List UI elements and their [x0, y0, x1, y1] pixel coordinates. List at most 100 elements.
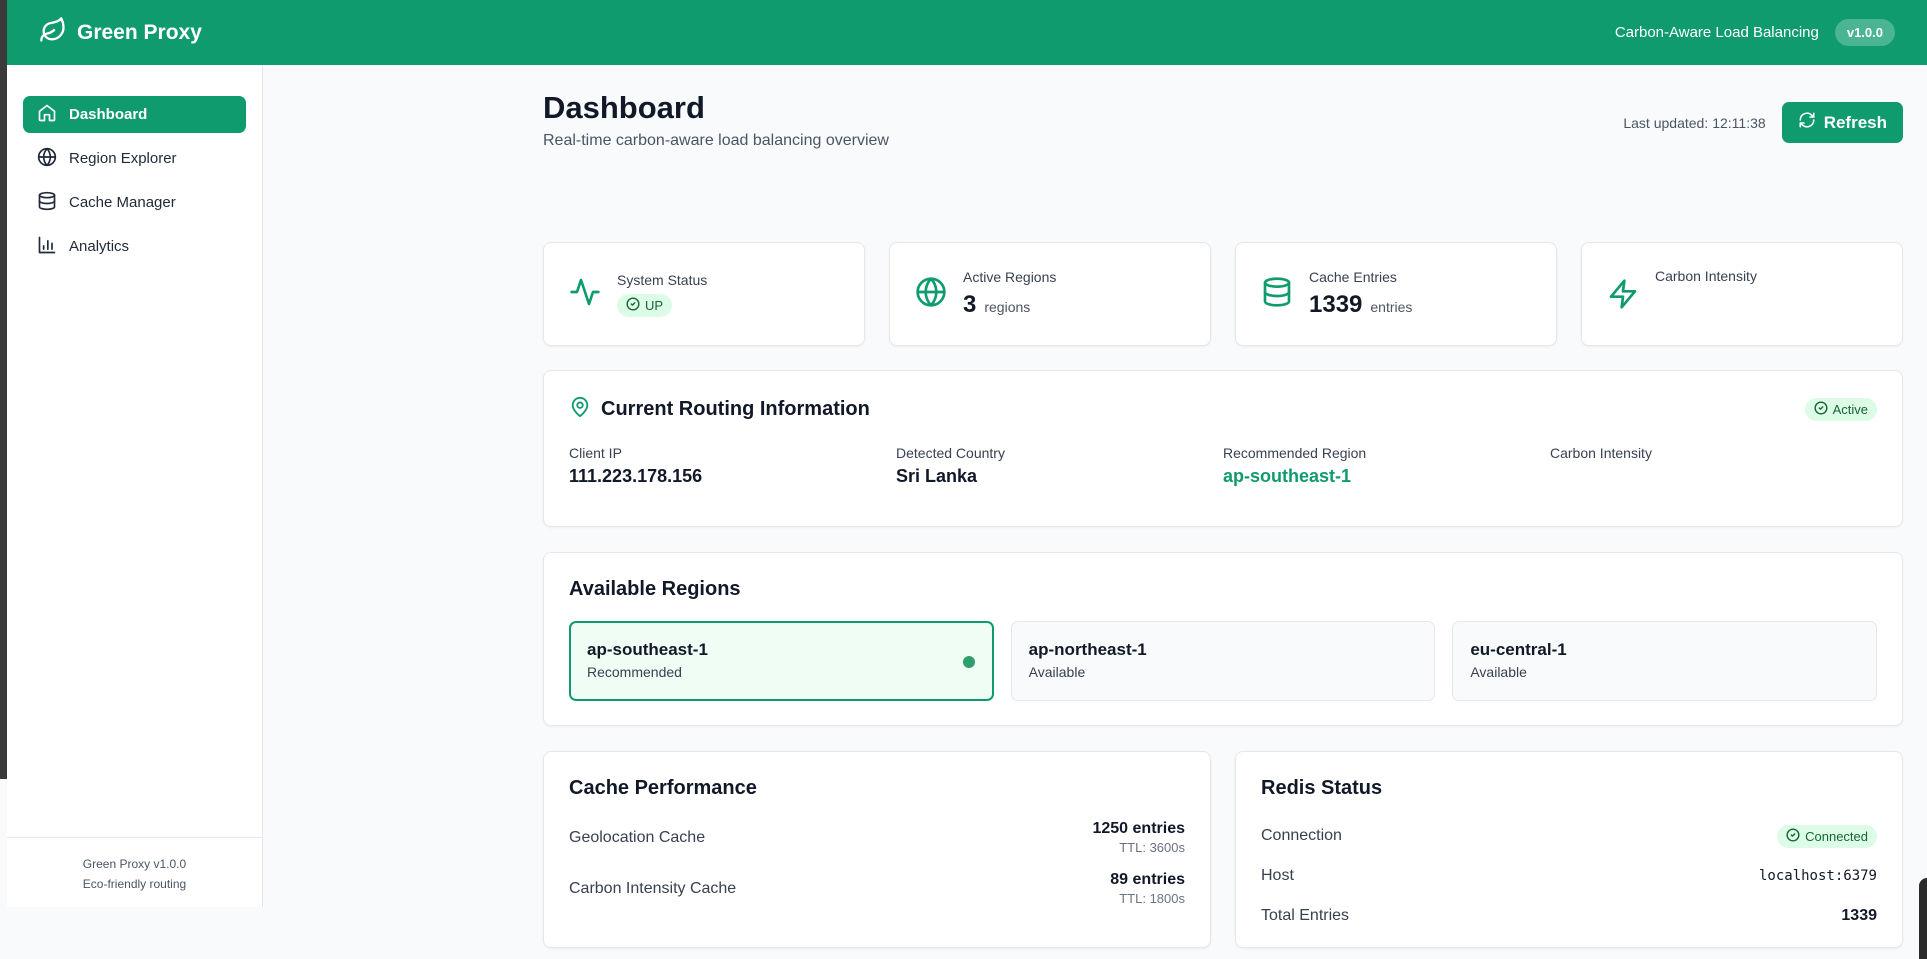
recommended-dot — [962, 656, 975, 668]
check-circle-icon — [626, 296, 640, 314]
last-updated-time: 12:11:38 — [1712, 114, 1766, 131]
region-name: eu-central-1 — [1470, 640, 1567, 659]
country-label: Detected Country — [896, 445, 1005, 461]
globe-icon — [37, 147, 57, 171]
sidebar-item-region-explorer[interactable]: Region Explorer — [23, 140, 246, 177]
cache-count: 89 entries — [1110, 871, 1185, 888]
refresh-button[interactable]: Refresh — [1781, 102, 1903, 143]
check-circle-icon — [1814, 401, 1828, 418]
redis-status-card: Redis Status Connection Connected Host l… — [1235, 751, 1903, 948]
recommended-region-field: Recommended Region ap-southeast-1 — [1223, 445, 1550, 487]
status-badge: Active — [1804, 398, 1877, 421]
refresh-icon — [1798, 111, 1816, 134]
brand[interactable]: Green Proxy — [39, 16, 202, 49]
home-icon — [37, 103, 57, 127]
cache-label: Carbon Intensity Cache — [569, 879, 737, 897]
sidebar-item-analytics[interactable]: Analytics — [23, 228, 246, 265]
redis-total-row: Total Entries 1339 — [1261, 896, 1877, 936]
top-bar: Green Proxy Carbon-Aware Load Balancing … — [7, 0, 1927, 65]
footer-tagline: Eco-friendly routing — [82, 877, 187, 891]
carbon-intensity-label: Carbon Intensity — [1550, 445, 1652, 461]
region-status: Available — [1028, 664, 1086, 680]
system-status-card: System Status UP — [543, 242, 865, 346]
status-badge: Connected — [1777, 824, 1877, 848]
activity-icon — [569, 276, 601, 313]
client-ip-value: 111.223.178.156 — [569, 466, 703, 486]
database-icon — [37, 191, 57, 215]
status-badge-text: Connected — [1805, 828, 1868, 844]
cache-row: Carbon Intensity Cache 89 entries TTL: 1… — [569, 871, 1185, 906]
sidebar: Dashboard Region Explorer Cache Manager … — [7, 65, 263, 907]
redis-connection-row: Connection Connected — [1261, 816, 1877, 856]
stat-unit: regions — [984, 299, 1031, 315]
stat-label: System Status — [617, 271, 708, 288]
page-header: Dashboard Real-time carbon-aware load ba… — [543, 65, 1903, 177]
brand-name: Green Proxy — [77, 20, 202, 44]
region-name: ap-northeast-1 — [1028, 640, 1147, 659]
status-badge: UP — [617, 293, 673, 317]
region-card[interactable]: eu-central-1 Available — [1452, 621, 1878, 701]
routing-info-card: Current Routing Information Active Clien… — [543, 370, 1903, 527]
stat-unit: entries — [1370, 299, 1413, 315]
leaf-icon — [39, 16, 67, 49]
region-card[interactable]: ap-northeast-1 Available — [1010, 621, 1436, 701]
host-value: localhost:6379 — [1758, 868, 1877, 884]
region-name: ap-southeast-1 — [587, 640, 708, 659]
sidebar-item-label: Region Explorer — [69, 150, 177, 167]
available-regions-card: Available Regions ap-southeast-1 Recomme… — [543, 552, 1903, 726]
cache-row: Geolocation Cache 1250 entries TTL: 3600… — [569, 820, 1185, 855]
cache-performance-title: Cache Performance — [569, 777, 757, 799]
stats-row: System Status UP Active Regions 3 region… — [543, 242, 1903, 346]
routing-title: Current Routing Information — [601, 398, 870, 420]
stat-label: Carbon Intensity — [1655, 268, 1757, 284]
cache-entries-card: Cache Entries 1339 entries — [1235, 242, 1557, 346]
page-title: Dashboard — [543, 90, 705, 125]
country-value: Sri Lanka — [896, 466, 978, 486]
map-pin-icon — [569, 396, 591, 423]
window-edge-right — [1919, 878, 1927, 959]
tagline: Carbon-Aware Load Balancing — [1614, 24, 1819, 41]
main-content: Dashboard Real-time carbon-aware load ba… — [543, 65, 1903, 948]
cache-performance-card: Cache Performance Geolocation Cache 1250… — [543, 751, 1211, 948]
region-status: Available — [1470, 664, 1527, 680]
cache-ttl: TTL: 3600s — [1119, 840, 1185, 855]
client-ip-label: Client IP — [569, 445, 622, 461]
bar-chart-icon — [37, 235, 57, 259]
recommended-region-label: Recommended Region — [1223, 445, 1367, 461]
region-status: Recommended — [587, 664, 682, 680]
stat-value: 3 — [963, 291, 977, 318]
sidebar-footer: Green Proxy v1.0.0 Eco-friendly routing — [7, 837, 262, 894]
stat-value: 1339 — [1309, 291, 1363, 318]
redis-host-row: Host localhost:6379 — [1261, 856, 1877, 896]
connection-label: Connection — [1261, 827, 1342, 844]
host-label: Host — [1261, 867, 1294, 884]
country-field: Detected Country Sri Lanka — [896, 445, 1223, 487]
zap-icon — [1607, 278, 1639, 315]
carbon-intensity-card: Carbon Intensity — [1581, 242, 1903, 346]
check-circle-icon — [1786, 827, 1800, 845]
cache-ttl: TTL: 1800s — [1119, 891, 1185, 906]
total-value: 1339 — [1841, 907, 1877, 924]
database-icon — [1261, 276, 1293, 313]
footer-version: Green Proxy v1.0.0 — [82, 857, 187, 871]
status-badge-text: UP — [645, 297, 664, 313]
stat-label: Active Regions — [963, 269, 1057, 285]
active-regions-card: Active Regions 3 regions — [889, 242, 1211, 346]
total-label: Total Entries — [1261, 907, 1350, 924]
globe-icon — [915, 276, 947, 313]
sidebar-item-label: Cache Manager — [69, 194, 176, 211]
refresh-label: Refresh — [1823, 112, 1887, 132]
last-updated: Last updated: 12:11:38 — [1623, 115, 1765, 131]
window-edge — [0, 0, 7, 779]
version-badge: v1.0.0 — [1834, 19, 1895, 46]
sidebar-item-cache-manager[interactable]: Cache Manager — [23, 184, 246, 221]
region-card[interactable]: ap-southeast-1 Recommended — [569, 621, 994, 701]
recommended-region-value: ap-southeast-1 — [1223, 466, 1352, 486]
carbon-intensity-field: Carbon Intensity — [1550, 445, 1877, 487]
sidebar-item-label: Dashboard — [69, 106, 148, 123]
status-badge-text: Active — [1832, 402, 1868, 417]
regions-title: Available Regions — [569, 578, 741, 600]
last-updated-label: Last updated: — [1623, 114, 1709, 131]
page-subtitle: Real-time carbon-aware load balancing ov… — [543, 132, 889, 149]
sidebar-item-dashboard[interactable]: Dashboard — [23, 96, 246, 133]
